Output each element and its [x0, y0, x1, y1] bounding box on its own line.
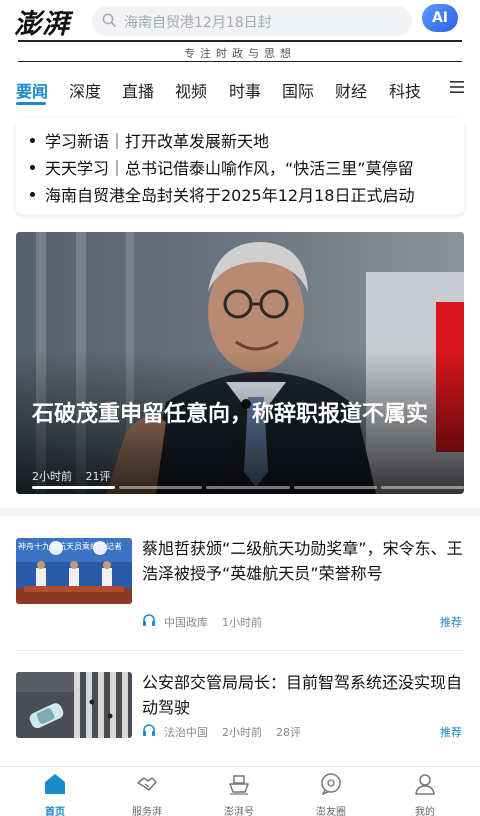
news-meta: 中国政库 1小时前 [142, 614, 262, 630]
person-icon [415, 774, 435, 795]
news-title: 蔡旭哲获颁“二级航天功勋奖章”，宋令东、王浩泽被授予“英雄航天员”荣誉称号 [142, 539, 463, 583]
hero-time: 2小时前 [32, 470, 72, 483]
nav-label: 澎湃号 [224, 807, 254, 816]
hero-comments: 21评 [85, 470, 111, 483]
nav-label: 首页 [45, 807, 65, 816]
news-thumbnail: 神舟十九号航天员乘组与记者 [16, 538, 132, 604]
app-logo[interactable]: 澎湃 [14, 2, 70, 41]
active-tab-indicator [16, 102, 46, 105]
tab-shipin[interactable]: 视频 [175, 78, 207, 102]
bulletin-item[interactable]: 海南自贸港全岛封关将于2025年12月18日正式启动 [30, 182, 414, 206]
hero-meta: 2小时前 21评 [32, 468, 121, 484]
search-icon [102, 13, 116, 27]
carousel-dot[interactable] [206, 486, 290, 489]
tab-yaowen[interactable]: 要闻 [16, 78, 48, 102]
carousel-dot[interactable] [293, 486, 377, 489]
hero-image [16, 232, 464, 494]
tab-zhibo[interactable]: 直播 [122, 78, 154, 102]
tab-keji[interactable]: 科技 [389, 78, 421, 102]
channel-tabs: 要闻 深度 直播 视频 时事 国际 财经 科技 [0, 70, 480, 108]
recommend-tag: 推荐 [440, 616, 462, 629]
nav-label: 服务湃 [132, 807, 162, 816]
bulletin-text: 学习新语｜打开改革发展新天地 [45, 132, 270, 151]
ai-button[interactable]: AI [422, 4, 458, 32]
nav-home[interactable]: 首页 [20, 771, 90, 816]
handshake-icon [137, 777, 157, 791]
nav-community[interactable]: 澎友圈 [296, 771, 366, 816]
bulletin-item[interactable]: 天天学习｜总书记借泰山喻作风，“快活三里”莫停留 [30, 155, 414, 179]
nav-service[interactable]: 服务湃 [112, 771, 182, 816]
slogan-bar: 专注时政与思想 [18, 40, 462, 62]
carousel-indicators [32, 486, 464, 489]
header: 澎湃 海南自贸港12月18日封 AI [0, 0, 480, 40]
headline-bulletin: 学习新语｜打开改革发展新天地 天天学习｜总书记借泰山喻作风，“快活三里”莫停留 … [16, 118, 464, 214]
crosswalk-image [16, 672, 132, 738]
nav-label: 澎友圈 [316, 807, 346, 816]
hero-title[interactable]: 石破茂重申留任意向，称辞职报道不属实 [32, 400, 452, 430]
bulletin-item[interactable]: 学习新语｜打开改革发展新天地 [30, 128, 269, 152]
section-divider [0, 508, 480, 516]
recommend-tag: 推荐 [440, 726, 462, 739]
bulletin-text: 海南自贸港全岛封关将于2025年12月18日正式启动 [45, 186, 415, 205]
menu-icon[interactable] [450, 81, 464, 93]
news-source[interactable]: 法治中国 [164, 726, 208, 739]
ship-icon [229, 775, 249, 795]
tab-shishi[interactable]: 时事 [229, 78, 261, 102]
news-time: 2小时前 [222, 726, 262, 739]
slogan: 专注时政与思想 [184, 47, 296, 60]
carousel-dot[interactable] [119, 486, 203, 489]
search-placeholder: 海南自贸港12月18日封 [124, 15, 272, 31]
search-bar[interactable]: 海南自贸港12月18日封 [92, 6, 412, 36]
headphone-icon[interactable] [142, 613, 156, 627]
thumb-caption: 神舟十九号航天员乘组与记者 [18, 542, 122, 551]
news-meta: 法治中国 2小时前 28评 [142, 724, 301, 740]
nav-mine[interactable]: 我的 [390, 771, 460, 816]
home-icon [45, 774, 65, 794]
news-title: 公安部交管局局长：目前智驾系统还没实现自动驾驶 [142, 673, 463, 717]
nav-pengpaihao[interactable]: 澎湃号 [204, 771, 274, 816]
news-separator [16, 650, 464, 651]
carousel-dot[interactable] [380, 486, 464, 489]
bullet-icon [30, 138, 35, 143]
tab-guoji[interactable]: 国际 [282, 78, 314, 102]
headphone-icon[interactable] [142, 723, 156, 737]
hero-carousel[interactable]: 石破茂重申留任意向，称辞职报道不属实 2小时前 21评 [16, 232, 464, 494]
tab-shendu[interactable]: 深度 [69, 78, 101, 102]
bottom-navigation: 首页 服务湃 澎湃号 澎友圈 我的 [0, 766, 480, 816]
carousel-dot[interactable] [32, 486, 116, 489]
bulletin-text: 天天学习｜总书记借泰山喻作风，“快活三里”莫停留 [45, 159, 414, 178]
news-comments: 28评 [276, 726, 301, 739]
news-time: 1小时前 [222, 616, 262, 629]
chat-bubble-icon [321, 773, 341, 795]
nav-label: 我的 [415, 807, 435, 816]
bullet-icon [30, 165, 35, 170]
news-thumbnail [16, 672, 132, 738]
tab-caijing[interactable]: 财经 [335, 78, 367, 102]
news-source[interactable]: 中国政库 [164, 616, 208, 629]
bullet-icon [30, 192, 35, 197]
